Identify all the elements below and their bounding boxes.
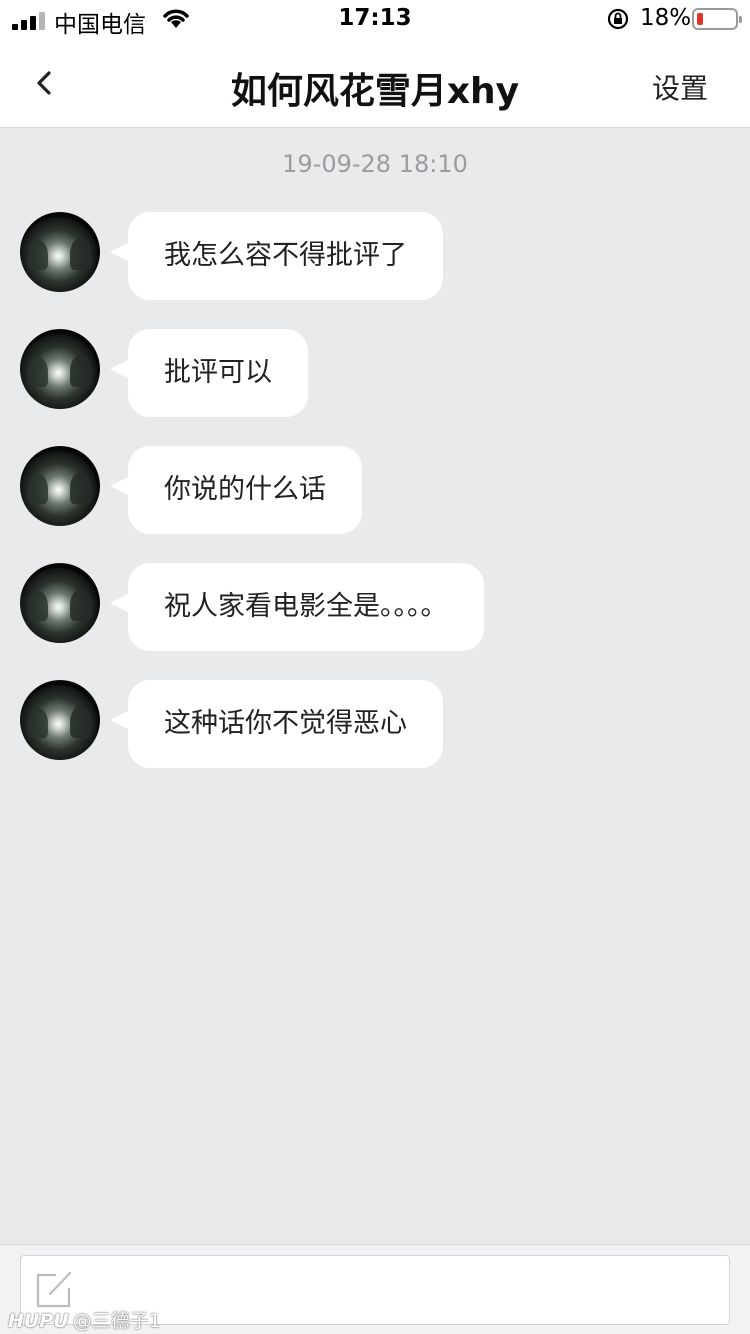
clock: 17:13 [338,5,412,31]
settings-button[interactable]: 设置 [652,67,708,107]
watermark: HUPU @三德子1 [8,1306,161,1333]
chat-title: 如何风花雪月xhy [230,71,520,112]
watermark-handle: @三德子1 [72,1310,161,1332]
avatar[interactable] [20,680,100,760]
message-bubble[interactable]: 你说的什么话 [128,446,362,534]
status-bar: 中国电信 17:13 18% [0,0,750,40]
message-bubble[interactable]: 这种话你不觉得恶心 [128,680,443,768]
avatar[interactable] [20,212,100,292]
message-row: 这种话你不觉得恶心 [0,680,750,770]
bubble-tail [110,593,130,613]
avatar[interactable] [20,563,100,643]
battery-level [697,13,703,25]
avatar[interactable] [20,329,100,409]
bubble-tail [110,359,130,379]
message-timestamp: 19-09-28 18:10 [282,150,468,178]
message-bubble[interactable]: 我怎么容不得批评了 [128,212,443,300]
message-row: 祝人家看电影全是。。。。 [0,563,750,653]
nav-bar: 如何风花雪月xhy 设置 [0,40,750,128]
message-bubble[interactable]: 祝人家看电影全是。。。。 [128,563,484,651]
watermark-logo: HUPU [8,1310,69,1332]
bubble-tail [110,710,130,730]
message-row: 批评可以 [0,329,750,419]
rotation-lock-icon [607,8,629,30]
message-row: 你说的什么话 [0,446,750,536]
battery-icon [692,8,742,30]
compose-icon[interactable] [34,1270,74,1310]
avatar[interactable] [20,446,100,526]
bubble-tail [110,476,130,496]
message-row: 我怎么容不得批评了 [0,212,750,302]
message-bubble[interactable]: 批评可以 [128,329,308,417]
bubble-tail [110,242,130,262]
battery-percent: 18% [640,5,692,31]
